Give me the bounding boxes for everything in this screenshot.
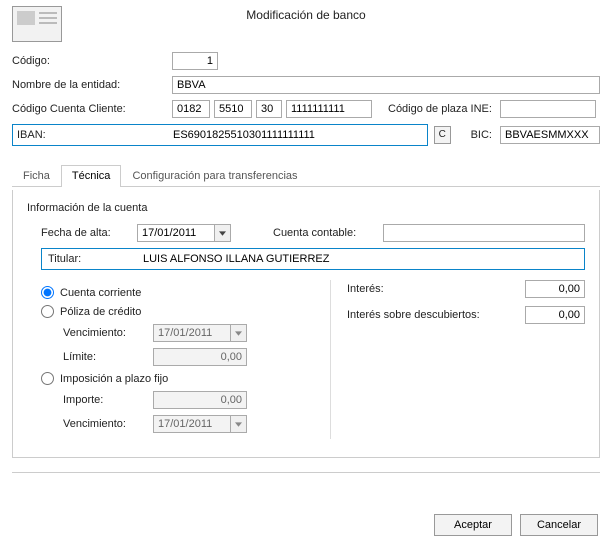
poliza-vencimiento-label: Vencimiento: — [63, 327, 153, 339]
bic-input[interactable] — [500, 126, 600, 144]
imposicion-importe-input[interactable] — [153, 391, 247, 409]
interes-input[interactable] — [525, 280, 585, 298]
ccc-account-input[interactable] — [286, 100, 372, 118]
interes-label: Interés: — [347, 283, 384, 295]
poliza-vencimiento-input[interactable] — [153, 324, 231, 342]
iban-input[interactable] — [169, 127, 423, 143]
nombre-entidad-input[interactable] — [172, 76, 600, 94]
cuenta-corriente-radio[interactable] — [41, 286, 54, 299]
chevron-down-icon — [235, 422, 242, 427]
imposicion-vencimiento-label: Vencimiento: — [63, 418, 153, 430]
imposicion-radio[interactable] — [41, 372, 54, 385]
iban-label: IBAN: — [17, 129, 169, 141]
titular-input[interactable] — [139, 251, 582, 267]
fecha-alta-input[interactable] — [137, 224, 215, 242]
ccc-dc-input[interactable] — [256, 100, 282, 118]
ccc-branch-input[interactable] — [214, 100, 252, 118]
poliza-limite-input[interactable] — [153, 348, 247, 366]
codigo-input[interactable] — [172, 52, 218, 70]
ccc-bank-input[interactable] — [172, 100, 210, 118]
interes-descubiertos-label: Interés sobre descubiertos: — [347, 309, 480, 321]
tab-tecnica[interactable]: Técnica — [61, 165, 122, 187]
cuenta-contable-input[interactable] — [383, 224, 585, 242]
imposicion-label: Imposición a plazo fijo — [60, 373, 168, 385]
tecnica-panel: Información de la cuenta Fecha de alta: … — [12, 190, 600, 458]
chevron-down-icon — [235, 331, 242, 336]
poliza-credito-radio[interactable] — [41, 305, 54, 318]
tab-bar: Ficha Técnica Configuración para transfe… — [12, 165, 600, 187]
window-title: Modificación de banco — [0, 8, 612, 22]
cuenta-contable-label: Cuenta contable: — [273, 227, 383, 239]
panel-bottom-border — [12, 472, 600, 473]
imposicion-vencimiento-dropdown-button[interactable] — [231, 415, 247, 433]
fecha-alta-dropdown-button[interactable] — [215, 224, 231, 242]
tab-ficha[interactable]: Ficha — [12, 165, 61, 187]
nombre-entidad-label: Nombre de la entidad: — [12, 79, 172, 91]
poliza-vencimiento-dropdown-button[interactable] — [231, 324, 247, 342]
cuenta-corriente-label: Cuenta corriente — [60, 287, 141, 299]
imposicion-vencimiento-input[interactable] — [153, 415, 231, 433]
tab-config-transferencias[interactable]: Configuración para transferencias — [121, 165, 308, 187]
accept-button[interactable]: Aceptar — [434, 514, 512, 536]
interes-descubiertos-input[interactable] — [525, 306, 585, 324]
codigo-label: Código: — [12, 55, 172, 67]
chevron-down-icon — [219, 231, 226, 236]
bic-label: BIC: — [471, 129, 492, 141]
info-cuenta-title: Información de la cuenta — [27, 202, 585, 214]
titular-highlight: Titular: — [41, 248, 585, 270]
iban-calc-button[interactable]: C — [434, 126, 451, 144]
titular-label: Titular: — [44, 253, 129, 265]
iban-highlight: IBAN: — [12, 124, 428, 146]
plaza-ine-input[interactable] — [500, 100, 596, 118]
fecha-alta-label: Fecha de alta: — [41, 227, 137, 239]
imposicion-importe-label: Importe: — [63, 394, 153, 406]
poliza-credito-label: Póliza de crédito — [60, 306, 141, 318]
plaza-ine-label: Código de plaza INE: — [388, 103, 492, 115]
ccc-label: Código Cuenta Cliente: — [12, 103, 172, 115]
cancel-button[interactable]: Cancelar — [520, 514, 598, 536]
poliza-limite-label: Límite: — [63, 351, 153, 363]
